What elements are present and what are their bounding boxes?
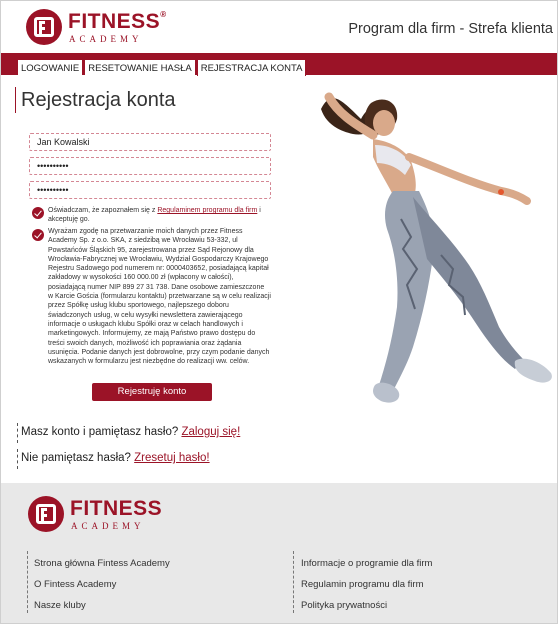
page: FITNESS® ACADEMY Program dla firm - Stre…: [0, 0, 558, 624]
tab-list: LOGOWANIE RESETOWANIE HASŁA REJESTRACJA …: [17, 59, 307, 76]
footer-col1-rule: [27, 551, 28, 613]
reset-password-link[interactable]: Zresetuj hasło!: [134, 452, 209, 464]
logo-emblem-icon: [26, 9, 62, 45]
data-processing-checkbox[interactable]: [32, 229, 44, 241]
footer-link-home[interactable]: Strona główna Fintess Academy: [34, 558, 170, 569]
login-prompt-line: Masz konto i pamiętasz hasło? Zaloguj si…: [21, 426, 240, 438]
reset-rule: [17, 449, 18, 469]
page-title: Rejestracja konta: [21, 89, 176, 111]
logo-registered-mark: ®: [160, 10, 167, 19]
site-footer: FITNESS ACADEMY Strona główna Fintess Ac…: [1, 483, 557, 623]
password-field[interactable]: [29, 157, 271, 175]
tab-resetowanie-hasla[interactable]: RESETOWANIE HASŁA: [84, 59, 196, 75]
footer-logo-title: FITNESS: [70, 497, 163, 520]
footer-link-program-terms[interactable]: Regulamin programu dla firm: [301, 579, 424, 590]
logo-subtitle: ACADEMY: [69, 34, 143, 44]
login-link[interactable]: Zaloguj się!: [181, 426, 240, 438]
login-prompt: Masz konto i pamiętasz hasło?: [21, 426, 182, 438]
fitness-academy-logo[interactable]: FITNESS® ACADEMY: [26, 9, 176, 47]
terms-link[interactable]: Regulaminem programu dla firm: [157, 207, 257, 214]
footer-link-program-info[interactable]: Informacje o programie dla firm: [301, 558, 432, 569]
tab-rejestracja-konta[interactable]: REJESTRACJA KONTA: [196, 59, 307, 76]
footer-logo-emblem-icon: [28, 496, 64, 532]
password-repeat-field[interactable]: [29, 181, 271, 199]
name-field[interactable]: [29, 133, 271, 151]
tab-logowanie[interactable]: LOGOWANIE: [17, 59, 84, 75]
athlete-photo: [321, 92, 552, 403]
data-processing-consent-text: Wyrażam zgodę na przetwarzanie moich dan…: [48, 228, 271, 366]
footer-logo-subtitle: ACADEMY: [71, 521, 145, 531]
title-accent-rule: [15, 87, 16, 113]
footer-link-clubs[interactable]: Nasze kluby: [34, 600, 86, 611]
footer-link-privacy[interactable]: Polityka prywatności: [301, 600, 387, 611]
reset-prompt-line: Nie pamiętasz hasła? Zresetuj hasło!: [21, 452, 210, 464]
footer-link-about[interactable]: O Fintess Academy: [34, 579, 116, 590]
login-rule: [17, 423, 18, 443]
footer-logo[interactable]: FITNESS ACADEMY: [28, 496, 178, 536]
terms-consent-text: Oświadczam, że zapoznałem się z Regulami…: [48, 206, 271, 225]
header-title: Program dla firm - Strefa klienta: [348, 21, 553, 37]
reset-prompt: Nie pamiętasz hasła?: [21, 452, 135, 464]
register-button[interactable]: Rejestruję konto: [92, 383, 212, 401]
logo-title: FITNESS: [68, 10, 161, 33]
terms-checkbox[interactable]: [32, 207, 44, 219]
footer-col2-rule: [293, 551, 294, 613]
terms-consent-lead: Oświadczam, że zapoznałem się z: [48, 207, 158, 214]
site-header: FITNESS® ACADEMY Program dla firm - Stre…: [1, 1, 557, 53]
